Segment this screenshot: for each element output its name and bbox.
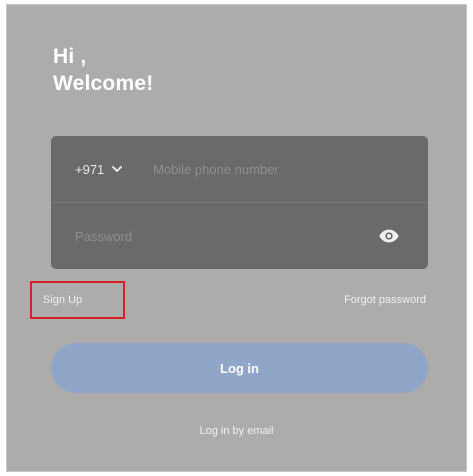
country-code-selector[interactable]: +971	[75, 136, 123, 202]
country-code-label: +971	[75, 161, 105, 177]
password-row	[51, 203, 428, 269]
chevron-down-icon	[112, 166, 123, 172]
eye-icon[interactable]	[378, 225, 400, 247]
welcome-greeting: Hi , Welcome!	[53, 43, 153, 97]
forgot-password-link[interactable]: Forgot password	[344, 294, 426, 312]
greeting-line-welcome: Welcome!	[53, 72, 154, 95]
password-input[interactable]	[75, 226, 335, 246]
login-button-label: Log in	[220, 360, 259, 376]
login-button[interactable]: Log in	[51, 343, 428, 393]
login-form-card: +971	[51, 136, 428, 269]
login-by-email-link[interactable]: Log in by email	[7, 425, 466, 437]
phone-row: +971	[51, 136, 428, 202]
mobile-phone-input[interactable]	[153, 159, 393, 179]
login-screen: Hi , Welcome! +971 Sign Up Forgot passwo…	[6, 4, 467, 472]
greeting-line-hi: Hi ,	[53, 45, 87, 68]
sign-up-link[interactable]: Sign Up	[43, 294, 82, 312]
